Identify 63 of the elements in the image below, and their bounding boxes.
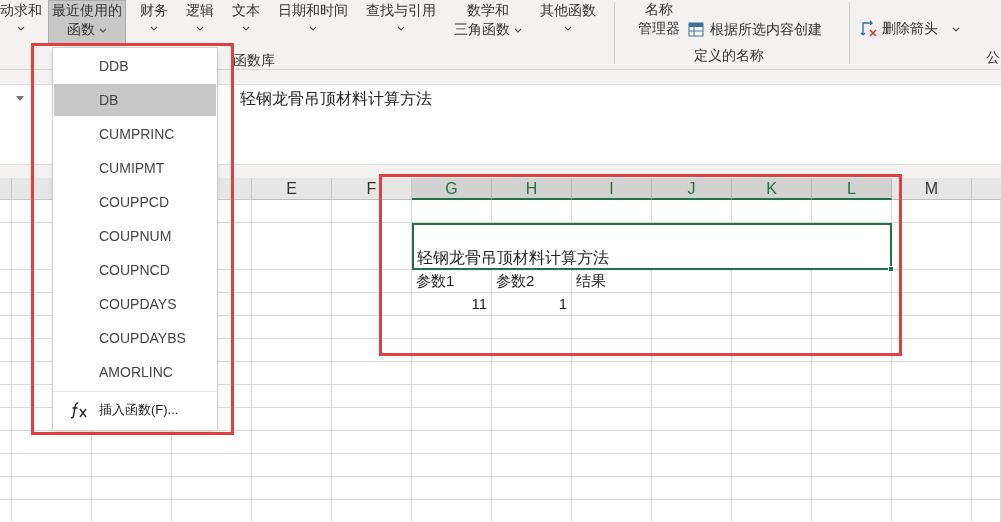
remove-arrows-button[interactable]: 删除箭头 xyxy=(859,18,960,39)
grid-cell xyxy=(972,270,1001,293)
group-label: 定义的名称 xyxy=(693,46,764,65)
function-icon xyxy=(69,401,89,419)
grid-cell xyxy=(972,316,1001,339)
chevron-icon xyxy=(951,26,960,32)
formula-text[interactable]: 轻钢龙骨吊顶材料计算方法 xyxy=(240,87,432,111)
column-header[interactable]: J xyxy=(652,178,732,200)
grid-cell xyxy=(972,293,1001,316)
group-label: 函数库 xyxy=(233,51,275,70)
menu-item[interactable]: COUPNUM xyxy=(54,220,216,252)
menu-item[interactable]: COUPDAYBS xyxy=(54,322,216,354)
table-cell: 11 xyxy=(412,293,492,316)
menu-item[interactable]: COUPNCD xyxy=(54,254,216,286)
create-from-selection-button[interactable]: 根据所选内容创建 xyxy=(687,19,822,40)
menu-item[interactable]: COUPDAYS xyxy=(54,288,216,320)
menu-item[interactable]: CUMIPMT xyxy=(54,152,216,184)
table-icon xyxy=(687,21,706,38)
ribbon-command[interactable]: 其他函数 xyxy=(535,0,600,44)
ribbon-command[interactable]: 财务 xyxy=(136,0,172,44)
column-header[interactable]: K xyxy=(732,178,812,200)
insert-function-label: 插入函数(F)... xyxy=(99,401,179,420)
ribbon-command[interactable]: 最近使用的 函数 xyxy=(48,0,126,44)
fill-handle[interactable] xyxy=(888,266,894,272)
grid-cell xyxy=(972,362,1001,385)
grid-cell xyxy=(972,223,1001,270)
ribbon-command[interactable]: 日期和时间 xyxy=(274,0,352,44)
dropdown-arrow-icon[interactable] xyxy=(16,96,24,101)
grid-cell xyxy=(0,431,12,454)
table-cell: 1 xyxy=(492,293,572,316)
grid-cell xyxy=(972,477,1001,500)
grid-cell xyxy=(0,477,12,500)
table-cell: 结果 xyxy=(572,270,652,293)
grid-cell xyxy=(0,454,12,477)
column-header[interactable]: H xyxy=(492,178,572,200)
menu-item[interactable]: CUMPRINC xyxy=(54,118,216,150)
table-cell: 参数2 xyxy=(492,270,572,293)
arrows-remove-icon xyxy=(859,19,878,38)
grid-cell xyxy=(972,454,1001,477)
grid-cell xyxy=(972,431,1001,454)
menu-item[interactable]: DDB xyxy=(54,50,216,82)
title-text: 轻钢龙骨吊顶材料计算方法 xyxy=(416,248,610,268)
column-header[interactable]: G xyxy=(412,178,492,200)
column-header[interactable]: I xyxy=(572,178,652,200)
menu-item[interactable]: COUPPCD xyxy=(54,186,216,218)
column-header[interactable]: E xyxy=(252,178,332,200)
column-header[interactable]: L xyxy=(812,178,892,200)
ribbon-command[interactable]: 逻辑 xyxy=(182,0,218,44)
menu-item[interactable]: AMORLINC xyxy=(54,356,216,388)
grid-cell xyxy=(972,339,1001,362)
column-header[interactable]: M xyxy=(892,178,972,200)
menu-item[interactable]: 插入函数(F)... xyxy=(53,392,217,428)
selected-cell-range[interactable]: 轻钢龙骨吊顶材料计算方法 xyxy=(412,223,892,270)
ribbon-command[interactable]: 查找与引用 xyxy=(362,0,440,44)
name-manager-button[interactable]: 名称 管理器 xyxy=(635,0,682,38)
group-label: 公 xyxy=(986,48,1001,67)
ribbon-command[interactable]: 数学和 三角函数 xyxy=(450,0,526,44)
ribbon-command[interactable]: 文本 xyxy=(228,0,264,44)
table-cell: 参数1 xyxy=(412,270,492,293)
ribbon-command[interactable]: 动求和 xyxy=(0,0,46,44)
menu-item[interactable]: DB xyxy=(54,84,216,116)
grid-cell xyxy=(972,385,1001,408)
grid-cell xyxy=(972,408,1001,431)
